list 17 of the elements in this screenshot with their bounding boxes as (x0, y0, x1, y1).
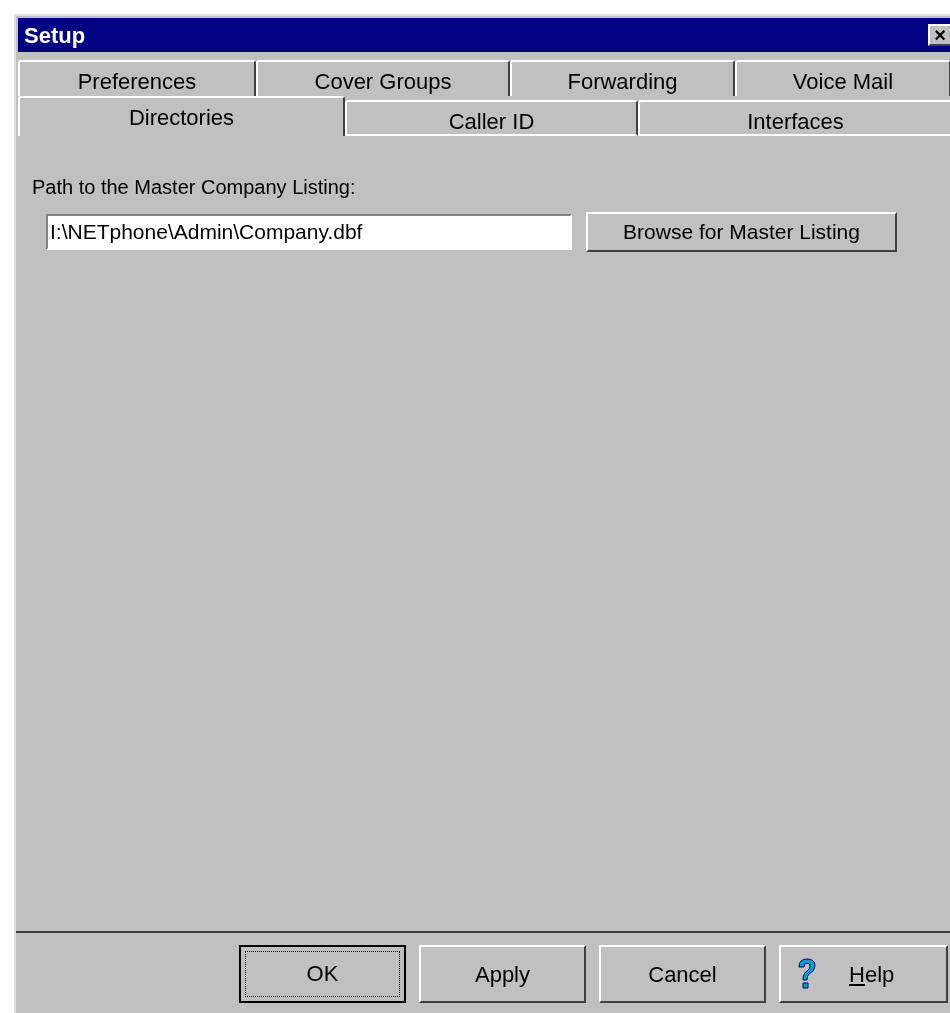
window-title: Setup (24, 21, 86, 50)
path-field[interactable]: I:\NETphone\Admin\Company.dbf (46, 214, 572, 250)
tab[interactable]: Forwarding (510, 60, 735, 96)
ok-button[interactable]: OK (239, 945, 406, 1003)
tab[interactable]: Preferences (18, 60, 256, 96)
tab[interactable]: Caller ID (345, 100, 638, 136)
close-button[interactable]: × (928, 24, 950, 46)
tab[interactable]: Interfaces (638, 100, 950, 136)
tab[interactable]: Cover Groups (256, 60, 510, 96)
path-label: Path to the Master Company Listing: (32, 175, 357, 200)
dialog-button[interactable]: Cancel (599, 945, 766, 1003)
tab[interactable]: Directories (18, 96, 345, 136)
dialog-button[interactable]: Apply (419, 945, 586, 1003)
help-button[interactable]: Help (779, 945, 948, 1003)
tab[interactable]: Voice Mail (735, 60, 950, 96)
question-mark-icon (795, 957, 819, 991)
browse-button[interactable]: Browse for Master Listing (586, 212, 897, 252)
